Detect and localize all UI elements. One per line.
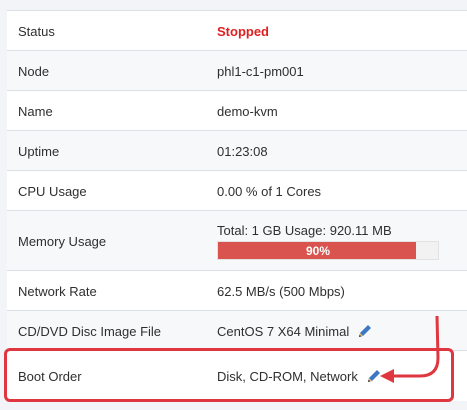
boot-order-value: Disk, CD-ROM, Network [217,368,358,384]
row-name: Name demo-kvm [7,90,467,131]
boot-order-label: Boot Order [18,368,82,384]
pencil-icon[interactable] [357,323,373,339]
disc-image-value-group: CentOS 7 X64 Minimal [217,311,373,351]
memory-progress-bar: 90% [217,241,439,260]
row-uptime: Uptime 01:23:08 [7,130,467,171]
boot-order-value-group: Disk, CD-ROM, Network [217,351,382,401]
row-memory-usage: Memory Usage Total: 1 GB Usage: 920.11 M… [7,210,467,271]
node-value: phl1-c1-pm001 [217,63,304,79]
name-value: demo-kvm [217,103,278,119]
memory-progress-label: 90% [305,243,331,258]
uptime-value: 01:23:08 [217,143,268,159]
vm-info-panel: Status Stopped Node phl1-c1-pm001 Name d… [0,0,467,410]
status-label: Status [18,23,55,39]
uptime-label: Uptime [18,143,60,159]
row-network-rate: Network Rate 62.5 MB/s (500 Mbps) [7,270,467,311]
row-status: Status Stopped [7,10,467,51]
disc-image-value: CentOS 7 X64 Minimal [217,323,350,339]
cpu-usage-value: 0.00 % of 1 Cores [217,183,322,199]
row-boot-order: Boot Order Disk, CD-ROM, Network [7,350,467,401]
node-label: Node [18,63,50,79]
memory-usage-label: Memory Usage [18,233,107,249]
row-node: Node phl1-c1-pm001 [7,50,467,91]
cpu-usage-label: CPU Usage [18,183,87,199]
network-rate-label: Network Rate [18,283,97,299]
memory-usage-text: Total: 1 GB Usage: 920.11 MB [217,223,392,238]
status-value: Stopped [217,23,269,39]
row-disc-image: CD/DVD Disc Image File CentOS 7 X64 Mini… [7,310,467,351]
row-cpu-usage: CPU Usage 0.00 % of 1 Cores [7,170,467,211]
disc-image-label: CD/DVD Disc Image File [18,323,162,339]
pencil-icon[interactable] [366,368,382,384]
network-rate-value: 62.5 MB/s (500 Mbps) [217,283,345,299]
memory-usage-value: Total: 1 GB Usage: 920.11 MB 90% [217,223,439,260]
name-label: Name [18,103,53,119]
